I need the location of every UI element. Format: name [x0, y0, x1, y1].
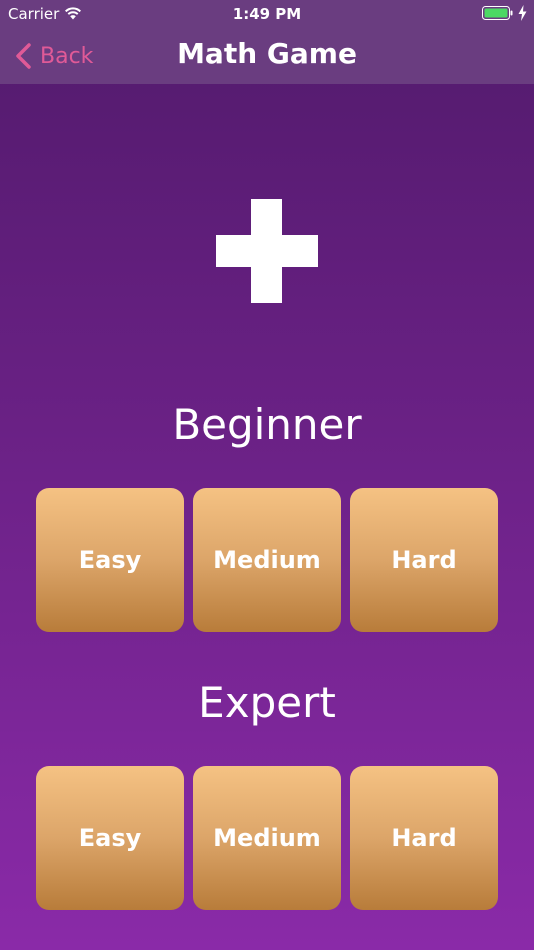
battery-icon [482, 6, 513, 20]
expert-levels: Easy Medium Hard [36, 766, 498, 910]
status-bar: Carrier 1:49 PM [0, 0, 534, 28]
section-title-beginner: Beginner [172, 400, 362, 449]
plus-icon [216, 199, 318, 303]
navigation-bar: Back Math Game [0, 28, 534, 84]
beginner-easy-button[interactable]: Easy [36, 488, 184, 632]
charging-icon [518, 5, 527, 21]
beginner-levels: Easy Medium Hard [36, 488, 498, 632]
page-title: Math Game [177, 37, 357, 70]
expert-easy-button[interactable]: Easy [36, 766, 184, 910]
status-time: 1:49 PM [232, 5, 302, 23]
beginner-medium-button[interactable]: Medium [193, 488, 341, 632]
section-title-expert: Expert [198, 678, 336, 727]
expert-hard-button[interactable]: Hard [350, 766, 498, 910]
beginner-hard-button[interactable]: Hard [350, 488, 498, 632]
expert-medium-button[interactable]: Medium [193, 766, 341, 910]
